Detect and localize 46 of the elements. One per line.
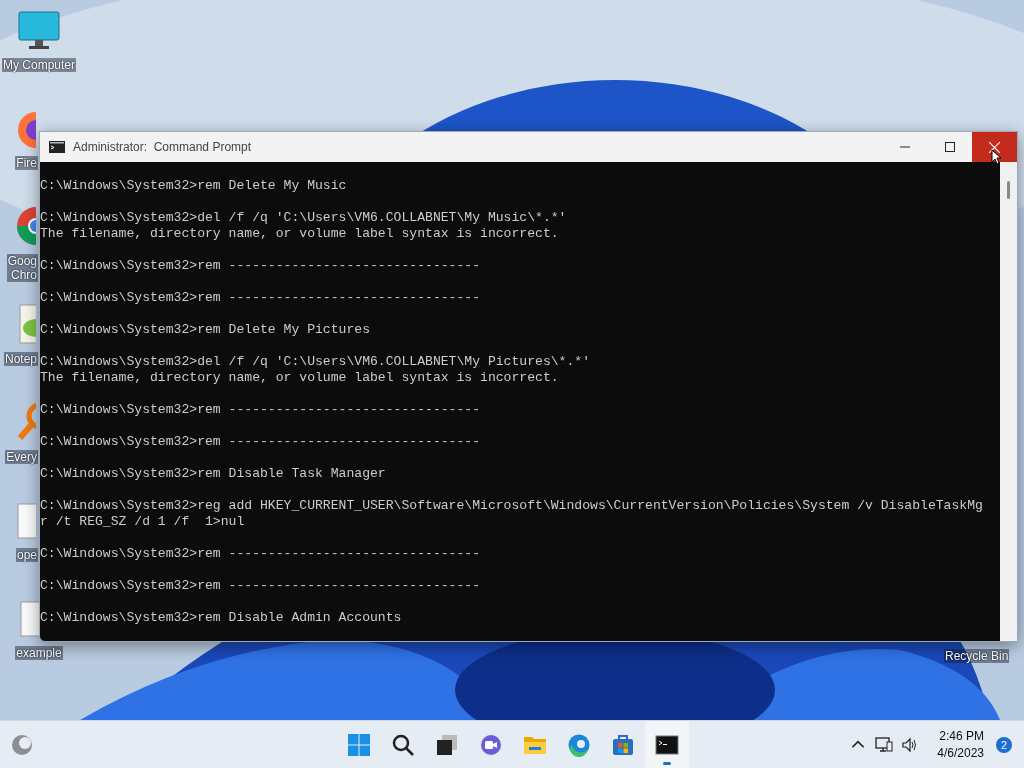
terminal-icon — [49, 141, 65, 153]
date-text: 4/6/2023 — [937, 745, 984, 762]
clock[interactable]: 2:46 PM 4/6/2023 — [937, 728, 984, 762]
close-icon — [989, 141, 1000, 153]
console-line: C:\Windows\System32>rem -------------------------------- — [40, 578, 482, 594]
terminal-icon — [655, 733, 679, 757]
console-line: C:\Windows\System32>reg add HKEY_CURRENT_USER\Software\Microsoft\Windows\CurrentVersion\Policies\System /v DisableTaskMg — [40, 498, 984, 514]
monitor-icon[interactable] — [17, 8, 61, 52]
window-title: Administrator: Command Prompt — [73, 140, 253, 154]
console-line: C:\Windows\System32>rem Delete My Pictures — [40, 322, 372, 338]
cursor-icon — [991, 149, 1001, 165]
network-icon[interactable] — [875, 736, 894, 754]
task-view-icon — [435, 733, 459, 757]
weather-icon[interactable] — [10, 733, 34, 757]
search-icon — [391, 733, 415, 757]
icon-label: ope — [15, 548, 38, 562]
console-line: C:\Windows\System32>rem Disable Task Manager — [40, 466, 387, 482]
console-line: C:\Windows\System32>rem -------------------------------- — [40, 258, 482, 274]
time-text: 2:46 PM — [939, 728, 984, 745]
store-icon — [611, 733, 635, 757]
icon-label: Recycle Bin — [944, 649, 1010, 663]
icon-label: Goog Chro — [6, 254, 38, 282]
console-line: C:\Windows\System32>rem -------------------------------- — [40, 402, 482, 418]
close-button[interactable] — [972, 132, 1017, 162]
console-line: C:\Windows\System32>del /f /q 'C:\Users\VM6.COLLABNET\My Music\*.*' — [40, 210, 568, 226]
notification-badge[interactable]: 2 — [996, 737, 1012, 753]
icon-label: My Computer — [2, 58, 76, 72]
icon-label: example — [15, 646, 63, 660]
icon-label: Every — [5, 450, 38, 464]
maximize-icon — [944, 142, 955, 152]
edge-icon — [567, 733, 591, 757]
icon-label: Fire — [15, 156, 38, 170]
console-line: r /t REG_SZ /d 1 /f 1>nul — [40, 514, 246, 530]
console-line: C:\Windows\System32>rem -------------------------------- — [40, 434, 482, 450]
console-line: C:\Windows\System32>rem -------------------------------- — [40, 290, 482, 306]
windows-icon — [347, 733, 371, 757]
icon-label: Notep — [3, 352, 38, 366]
console-line: C:\Windows\System32>del /f /q 'C:\Users\VM6.COLLABNET\My Pictures\*.*' — [40, 354, 592, 370]
chat-icon — [479, 733, 503, 757]
scrollbar-thumb[interactable] — [1007, 181, 1010, 199]
console-line: The filename, directory name, or volume label syntax is incorrect. — [40, 226, 560, 242]
taskbar-app[interactable] — [645, 721, 689, 768]
console-line: C:\Windows\System32>rem -------------------------------- — [40, 546, 482, 562]
console-line: The filename, directory name, or volume label syntax is incorrect. — [40, 370, 560, 386]
console-line: C:\Windows\System32>rem Delete My Music — [40, 178, 348, 194]
console-line: C:\Windows\System32>rem Disable Admin Accounts — [40, 610, 403, 626]
